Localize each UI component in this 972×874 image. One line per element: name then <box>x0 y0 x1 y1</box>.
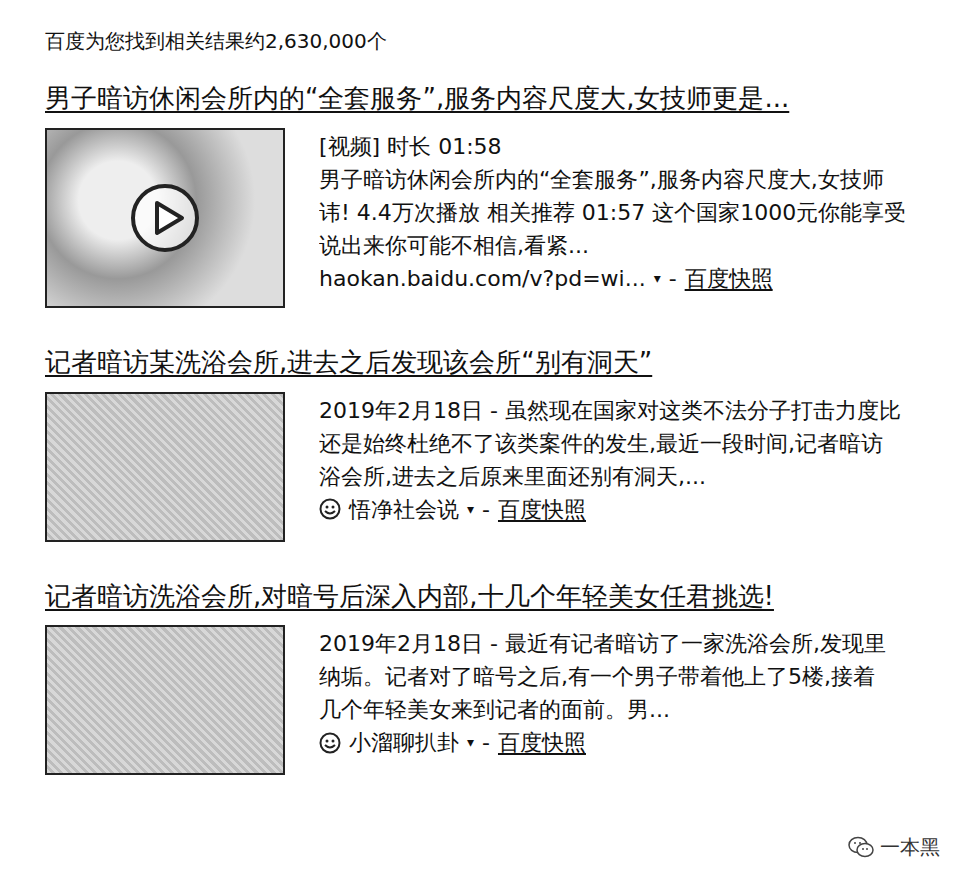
play-icon <box>130 183 200 253</box>
source-dropdown-arrow[interactable]: ▾ <box>467 726 474 759</box>
result-count: 百度为您找到相关结果约2,630,000个 <box>45 28 972 54</box>
author-avatar-icon <box>319 732 341 754</box>
source-name[interactable]: 小溜聊扒卦 <box>349 726 459 759</box>
result-snippet: 2019年2月18日 - 虽然现在国家对这类不法分子打击力度比还是始终杜绝不了该… <box>319 392 972 526</box>
snippet-line: 浴会所,进去之后原来里面还别有洞天,... <box>319 460 972 493</box>
source-dropdown-arrow[interactable]: ▾ <box>654 262 661 295</box>
result-snippet: 2019年2月18日 - 最近有记者暗访了一家洗浴会所,发现里纳垢。记者对了暗号… <box>319 625 972 759</box>
snapshot-link[interactable]: 百度快照 <box>498 726 586 759</box>
result-source: 小溜聊扒卦▾-百度快照 <box>319 726 972 759</box>
source-separator: - <box>482 493 490 526</box>
result-source: haokan.baidu.com/v?pd=wi...▾-百度快照 <box>319 262 972 295</box>
result-body: 2019年2月18日 - 虽然现在国家对这类不法分子打击力度比还是始终杜绝不了该… <box>45 392 972 542</box>
search-result: 男子暗访休闲会所内的“全套服务”,服务内容尺度大,女技师更是... [视频] 时长… <box>45 82 972 308</box>
snippet-line: 2019年2月18日 - 虽然现在国家对这类不法分子打击力度比 <box>319 394 972 427</box>
source-separator: - <box>669 262 677 295</box>
snippet-line: [视频] 时长 01:58 <box>319 130 972 163</box>
watermark-text: 一本黑 <box>880 832 940 862</box>
search-result: 记者暗访某洗浴会所,进去之后发现该会所“别有洞天” 2019年2月18日 - 虽然… <box>45 346 972 542</box>
snapshot-link[interactable]: 百度快照 <box>498 493 586 526</box>
result-title-link[interactable]: 记者暗访某洗浴会所,进去之后发现该会所“别有洞天” <box>45 346 972 380</box>
snippet-line: 说出来你可能不相信,看紧... <box>319 229 972 262</box>
snippet-line: 还是始终杜绝不了该类案件的发生,最近一段时间,记者暗访 <box>319 427 972 460</box>
source-separator: - <box>482 726 490 759</box>
result-title-link[interactable]: 男子暗访休闲会所内的“全套服务”,服务内容尺度大,女技师更是... <box>45 82 972 116</box>
result-body: 2019年2月18日 - 最近有记者暗访了一家洗浴会所,发现里纳垢。记者对了暗号… <box>45 625 972 775</box>
source-name[interactable]: haokan.baidu.com/v?pd=wi... <box>319 262 646 295</box>
snippet-line: 2019年2月18日 - 最近有记者暗访了一家洗浴会所,发现里 <box>319 627 972 660</box>
source-name[interactable]: 悟净社会说 <box>349 493 459 526</box>
search-results-page: 百度为您找到相关结果约2,630,000个男子暗访休闲会所内的“全套服务”,服务… <box>0 0 972 775</box>
snippet-line: 男子暗访休闲会所内的“全套服务”,服务内容尺度大,女技师 <box>319 163 972 196</box>
snippet-line: 几个年轻美女来到记者的面前。男... <box>319 693 972 726</box>
result-thumbnail[interactable] <box>45 128 285 308</box>
search-result: 记者暗访洗浴会所,对暗号后深入内部,十几个年轻美女任君挑选! 2019年2月18日… <box>45 580 972 776</box>
snapshot-link[interactable]: 百度快照 <box>685 262 773 295</box>
result-thumbnail[interactable] <box>45 392 285 542</box>
watermark: 一本黑 <box>848 832 940 862</box>
source-dropdown-arrow[interactable]: ▾ <box>467 493 474 526</box>
snippet-line: 讳! 4.4万次播放 相关推荐 01:57 这个国家1000元你能享受 <box>319 196 972 229</box>
snippet-line: 纳垢。记者对了暗号之后,有一个男子带着他上了5楼,接着 <box>319 660 972 693</box>
result-source: 悟净社会说▾-百度快照 <box>319 493 972 526</box>
result-body: [视频] 时长 01:58男子暗访休闲会所内的“全套服务”,服务内容尺度大,女技… <box>45 128 972 308</box>
result-thumbnail[interactable] <box>45 625 285 775</box>
result-title-link[interactable]: 记者暗访洗浴会所,对暗号后深入内部,十几个年轻美女任君挑选! <box>45 580 972 614</box>
author-avatar-icon <box>319 498 341 520</box>
wechat-icon <box>848 836 874 858</box>
result-snippet: [视频] 时长 01:58男子暗访休闲会所内的“全套服务”,服务内容尺度大,女技… <box>319 128 972 295</box>
